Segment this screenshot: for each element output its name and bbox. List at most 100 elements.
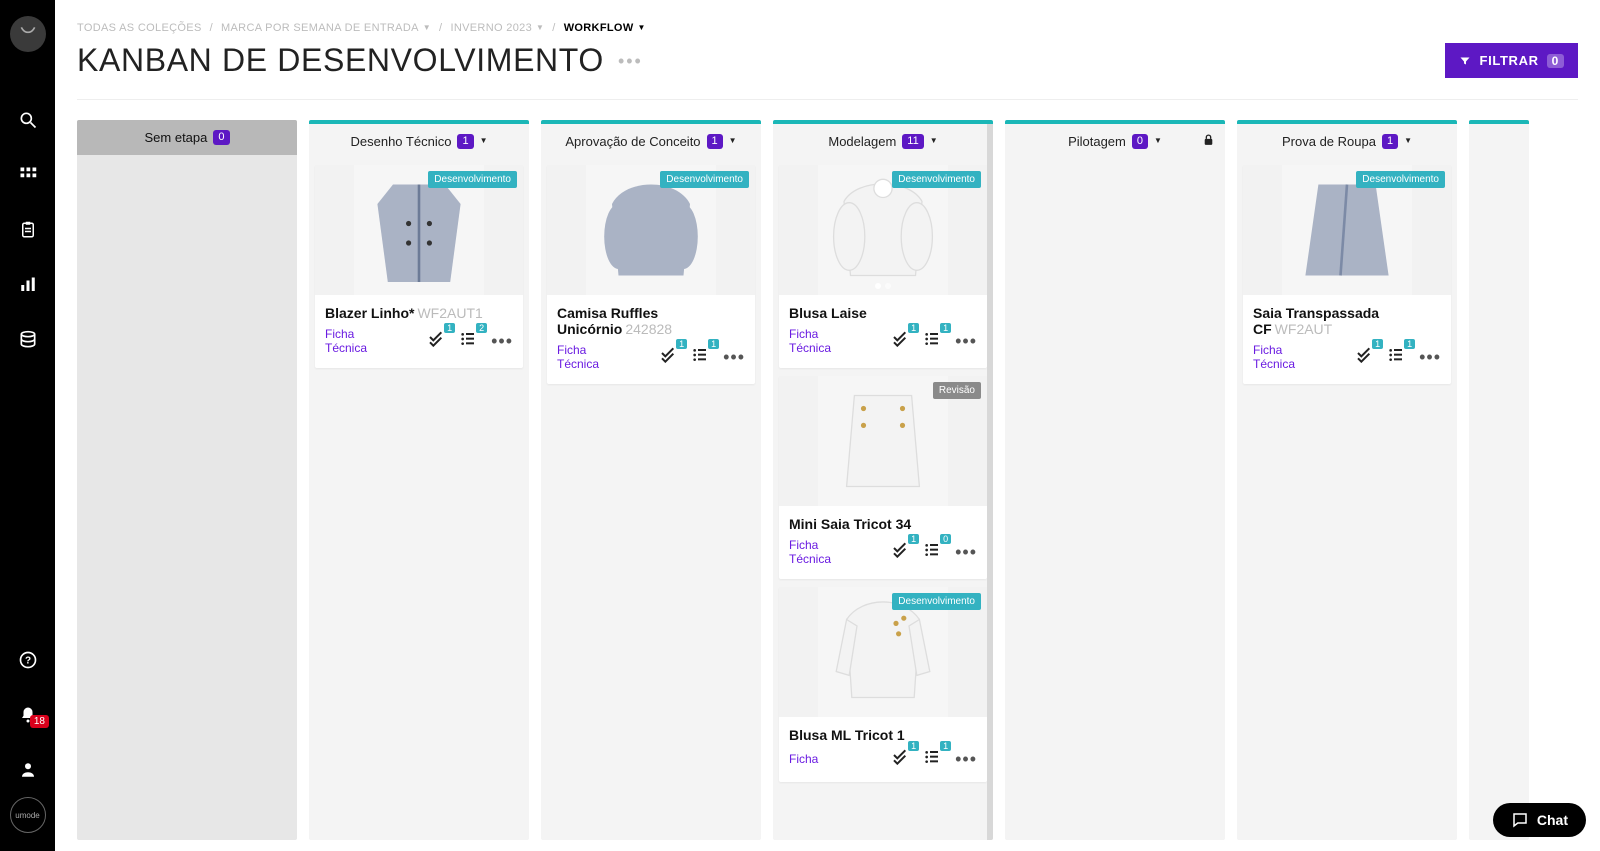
card-approvals-icon[interactable]: 1: [891, 331, 909, 352]
card-thumbnail[interactable]: Desenvolvimento: [547, 165, 755, 295]
column-body[interactable]: [77, 155, 297, 840]
breadcrumb-item[interactable]: MARCA POR SEMANA DE ENTRADA▼: [221, 22, 431, 34]
column-body[interactable]: [1469, 144, 1529, 840]
kanban-column-prova-roupa[interactable]: Prova de Roupa1▼ DesenvolvimentoSaia Tran…: [1237, 120, 1457, 840]
kanban-card[interactable]: DesenvolvimentoBlusa LaiseFicha Técnica1…: [779, 165, 987, 368]
column-body[interactable]: DesenvolvimentoBlazer Linho*WF2AUT1Ficha…: [309, 159, 529, 840]
card-ficha-link[interactable]: Ficha Técnica: [789, 538, 847, 567]
chevron-down-icon[interactable]: ▼: [930, 136, 938, 145]
card-more-menu[interactable]: •••: [955, 543, 977, 561]
kanban-column-desenho-tecnico[interactable]: Desenho Técnico1▼ DesenvolvimentoBlazer L…: [309, 120, 529, 840]
breadcrumb-sep: /: [552, 22, 555, 34]
card-ficha-link[interactable]: Ficha: [789, 752, 847, 766]
column-body[interactable]: [1005, 159, 1225, 840]
card-approvals-icon[interactable]: 1: [659, 347, 677, 368]
chevron-down-icon[interactable]: ▼: [1404, 136, 1412, 145]
card-more-menu[interactable]: •••: [491, 332, 513, 350]
card-ficha-link[interactable]: Ficha Técnica: [325, 327, 383, 356]
column-header[interactable]: Prova de Roupa1▼: [1237, 124, 1457, 159]
barchart-icon: [18, 276, 38, 294]
nav-clipboard[interactable]: [0, 202, 55, 257]
card-ficha-link[interactable]: Ficha Técnica: [1253, 343, 1311, 372]
left-sidebar: ? 18 umode: [0, 0, 55, 851]
kanban-board[interactable]: Sem etapa0Desenho Técnico1▼Desenvolvimen…: [77, 120, 1578, 848]
card-approvals-icon[interactable]: 1: [891, 542, 909, 563]
column-header[interactable]: Desenho Técnico1▼: [309, 124, 529, 159]
kanban-card[interactable]: DesenvolvimentoSaia Transpassada CFWF2AU…: [1243, 165, 1451, 384]
app-logo[interactable]: [10, 16, 46, 52]
card-more-menu[interactable]: •••: [955, 750, 977, 768]
column-body[interactable]: DesenvolvimentoCamisa Ruffles Unicórnio2…: [541, 159, 761, 840]
column-header[interactable]: Sem etapa0: [77, 120, 297, 155]
card-tasks-icon[interactable]: 1: [923, 749, 941, 770]
card-more-menu[interactable]: •••: [955, 332, 977, 350]
filter-icon: [1459, 55, 1471, 67]
card-tasks-icon[interactable]: 1: [923, 331, 941, 352]
page-title: KANBAN DE DESENVOLVIMENTO: [77, 42, 604, 79]
chevron-down-icon[interactable]: ▼: [1154, 136, 1162, 145]
chevron-down-icon: ▼: [536, 23, 544, 32]
card-ficha-link[interactable]: Ficha Técnica: [557, 343, 615, 372]
card-status-tag: Desenvolvimento: [428, 171, 517, 188]
badge: 1: [676, 339, 687, 349]
column-body[interactable]: DesenvolvimentoBlusa LaiseFicha Técnica1…: [773, 159, 993, 840]
nav-apps[interactable]: [0, 147, 55, 202]
card-tasks-icon[interactable]: 0: [923, 542, 941, 563]
kanban-card[interactable]: DesenvolvimentoCamisa Ruffles Unicórnio2…: [547, 165, 755, 384]
breadcrumb-current[interactable]: WORKFLOW▼: [564, 22, 646, 34]
column-header[interactable]: Modelagem11▼: [773, 124, 993, 159]
kanban-card[interactable]: DesenvolvimentoBlazer Linho*WF2AUT1Ficha…: [315, 165, 523, 368]
column-header[interactable]: [1469, 124, 1529, 144]
card-approvals-icon[interactable]: 1: [1355, 347, 1373, 368]
card-tasks-icon[interactable]: 1: [691, 347, 709, 368]
filter-button[interactable]: FILTRAR 0: [1445, 43, 1578, 78]
grid-icon: [19, 166, 37, 184]
nav-profile[interactable]: [0, 742, 55, 797]
card-thumbnail[interactable]: Desenvolvimento: [315, 165, 523, 295]
card-title: Mini Saia Tricot 34: [789, 516, 977, 532]
card-approvals-icon[interactable]: 1: [891, 749, 909, 770]
kanban-column-pilotagem[interactable]: Pilotagem0▼: [1005, 120, 1225, 840]
card-more-menu[interactable]: •••: [723, 348, 745, 366]
kanban-column-modelagem[interactable]: Modelagem11▼DesenvolvimentoBlusa LaiseFi…: [773, 120, 993, 840]
nav-database[interactable]: [0, 312, 55, 367]
slider-dots[interactable]: [779, 283, 987, 289]
kanban-column-aprovacao-conceito[interactable]: Aprovação de Conceito1▼ DesenvolvimentoCa…: [541, 120, 761, 840]
kanban-card[interactable]: DesenvolvimentoBlusa ML Tricot 1Ficha11•…: [779, 587, 987, 782]
nav-analytics[interactable]: [0, 257, 55, 312]
card-icon-cluster: 11 •••: [659, 347, 745, 368]
column-title: Sem etapa: [145, 130, 208, 145]
column-header[interactable]: Pilotagem0▼: [1005, 124, 1225, 159]
card-thumbnail[interactable]: Revisão: [779, 376, 987, 506]
card-tasks-icon[interactable]: 1: [1387, 347, 1405, 368]
main-content: TODAS AS COLEÇÕES / MARCA POR SEMANA DE EN…: [55, 0, 1600, 848]
column-body[interactable]: DesenvolvimentoSaia Transpassada CFWF2AU…: [1237, 159, 1457, 840]
chat-widget[interactable]: Chat: [1493, 803, 1586, 837]
card-thumbnail[interactable]: Desenvolvimento: [1243, 165, 1451, 295]
column-header[interactable]: Aprovação de Conceito1▼: [541, 124, 761, 159]
nav-search[interactable]: [0, 92, 55, 147]
kanban-column-next-partial[interactable]: [1469, 120, 1529, 840]
scrollbar-indicator[interactable]: [987, 124, 993, 840]
breadcrumb-item[interactable]: TODAS AS COLEÇÕES: [77, 22, 202, 34]
breadcrumb-item[interactable]: INVERNO 2023▼: [450, 22, 544, 34]
card-thumbnail[interactable]: Desenvolvimento: [779, 165, 987, 295]
badge: 1: [940, 323, 951, 333]
card-thumbnail[interactable]: Desenvolvimento: [779, 587, 987, 717]
kanban-card[interactable]: Revisão Mini Saia Tricot 34 Ficha Técnica 1…: [779, 376, 987, 579]
help-icon: ?: [18, 650, 38, 670]
brand-footer-logo[interactable]: umode: [10, 797, 46, 833]
card-tasks-icon[interactable]: 2: [459, 331, 477, 352]
nav-notifications[interactable]: 18: [0, 687, 55, 742]
card-more-menu[interactable]: •••: [1419, 348, 1441, 366]
kanban-column-sem-etapa[interactable]: Sem etapa0: [77, 120, 297, 840]
card-icon-cluster: 12 •••: [427, 331, 513, 352]
chevron-down-icon[interactable]: ▼: [729, 136, 737, 145]
chevron-down-icon: ▼: [638, 23, 646, 32]
breadcrumb-sep: /: [439, 22, 442, 34]
chevron-down-icon[interactable]: ▼: [480, 136, 488, 145]
card-approvals-icon[interactable]: 1: [427, 331, 445, 352]
page-options-menu[interactable]: •••: [618, 52, 643, 70]
card-ficha-link[interactable]: Ficha Técnica: [789, 327, 847, 356]
nav-help[interactable]: ?: [0, 632, 55, 687]
